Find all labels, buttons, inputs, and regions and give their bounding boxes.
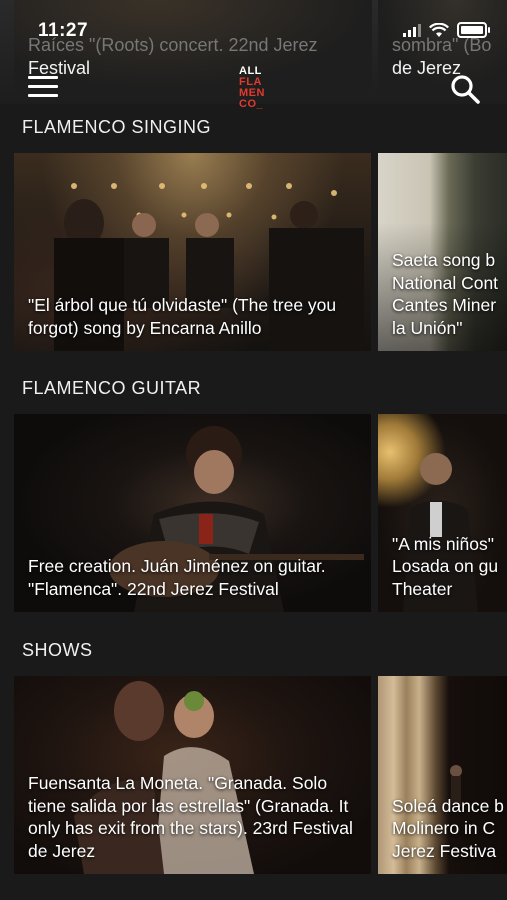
- video-card[interactable]: Saeta song b National Cont Cantes Miner …: [378, 153, 507, 351]
- section-title-flamenco-singing: FLAMENCO SINGING: [22, 117, 212, 137]
- card-caption: Fuensanta La Moneta. "Granada. Solo tien…: [28, 773, 353, 861]
- peek-left-line2: Festival: [28, 58, 91, 78]
- menu-icon-bar: [28, 94, 58, 97]
- search-icon: [451, 75, 480, 104]
- carousel-flamenco-singing[interactable]: "El árbol que tú olvidaste" (The tree yo…: [0, 153, 507, 351]
- card-caption-line: Losada on gu: [392, 556, 499, 576]
- cellular-signal-icon: [403, 23, 421, 37]
- video-card[interactable]: Soleá dance b Molinero in C Jerez Festiv…: [378, 676, 507, 874]
- card-caption-line: Molinero in C: [392, 818, 496, 838]
- status-time: 11:27: [38, 20, 89, 41]
- card-caption: "El árbol que tú olvidaste" (The tree yo…: [28, 295, 337, 338]
- menu-button[interactable]: [28, 76, 58, 98]
- video-card[interactable]: Fuensanta La Moneta. "Granada. Solo tien…: [14, 676, 371, 874]
- section-title-flamenco-guitar: FLAMENCO GUITAR: [22, 378, 202, 398]
- card-caption: Soleá dance b Molinero in C Jerez Festiv…: [392, 795, 504, 863]
- card-caption-line: "A mis niños": [392, 533, 494, 554]
- card-caption: Saeta song b National Cont Cantes Miner …: [392, 249, 499, 339]
- card-caption-line: Theater: [392, 578, 453, 599]
- card-caption-line: Cantes Miner: [392, 295, 497, 315]
- card-caption: "A mis niños" Losada on gu Theater: [392, 533, 499, 601]
- card-caption-line: National Cont: [392, 272, 499, 293]
- menu-icon-bar: [28, 85, 58, 88]
- app-logo[interactable]: ALL FLA MEN CO_: [239, 66, 265, 110]
- status-icons: [403, 22, 490, 38]
- carousel-flamenco-guitar[interactable]: Free creation. Juán Jiménez on guitar. "…: [0, 414, 507, 612]
- card-caption-line: Soleá dance b: [392, 795, 504, 816]
- card-caption-line: la Unión": [392, 317, 463, 338]
- video-card[interactable]: "El árbol que tú olvidaste" (The tree yo…: [14, 153, 371, 351]
- battery-icon: [457, 22, 490, 38]
- wifi-icon: [429, 22, 449, 37]
- search-button[interactable]: [449, 74, 481, 106]
- section-title-shows: SHOWS: [22, 640, 93, 660]
- card-caption-line: Jerez Festiva: [392, 840, 497, 861]
- status-bar: 11:27: [0, 0, 507, 44]
- card-caption-line: Saeta song b: [392, 250, 496, 270]
- logo-line-4: CO_: [239, 98, 264, 110]
- video-card[interactable]: Free creation. Juán Jiménez on guitar. "…: [14, 414, 371, 612]
- card-caption: Free creation. Juán Jiménez on guitar. "…: [28, 556, 326, 599]
- menu-icon-bar: [28, 76, 58, 79]
- video-card[interactable]: "A mis niños" Losada on gu Theater: [378, 414, 507, 612]
- carousel-shows[interactable]: Fuensanta La Moneta. "Granada. Solo tien…: [0, 676, 507, 874]
